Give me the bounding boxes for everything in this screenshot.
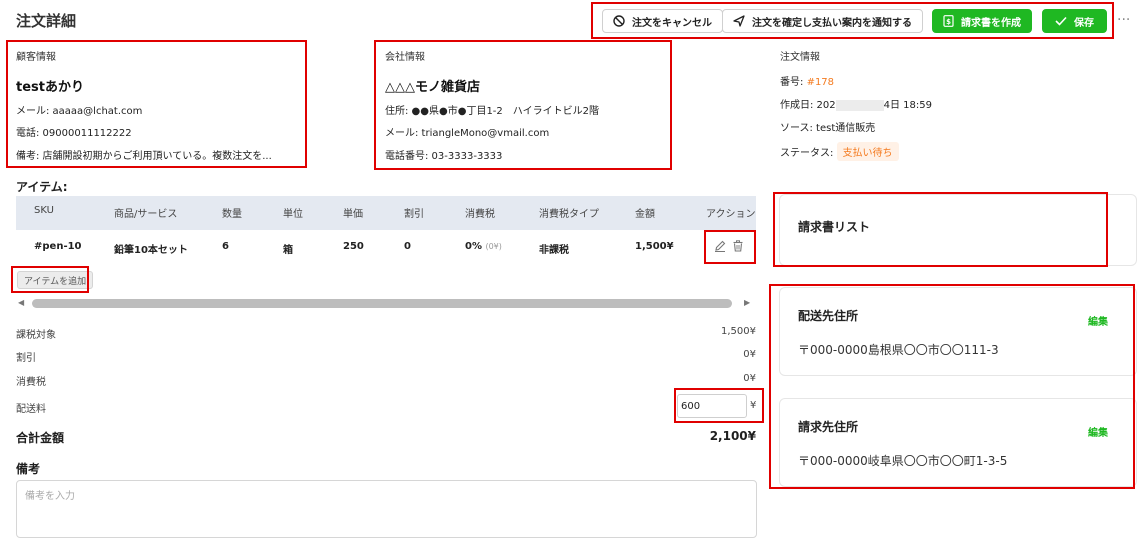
col-sku: SKU bbox=[34, 205, 54, 216]
cell-price: 250 bbox=[343, 241, 364, 252]
tax-label: 消費税 bbox=[16, 377, 46, 388]
cancel-order-button[interactable]: 注文をキャンセル bbox=[602, 9, 723, 33]
order-created-label: 作成日: 202 bbox=[780, 100, 836, 111]
shipping-address-card: 配送先住所 編集 〒000-0000島根県〇〇市〇〇111-3 bbox=[779, 287, 1137, 376]
customer-email: メール: aaaaa@lchat.com bbox=[16, 106, 143, 117]
total-label: 合計金額 bbox=[16, 431, 65, 445]
cell-qty: 6 bbox=[222, 241, 229, 252]
confirm-notify-button[interactable]: 注文を確定し支払い案内を通知する bbox=[722, 9, 923, 33]
cancel-order-label: 注文をキャンセル bbox=[632, 17, 712, 29]
order-number-label: 番号: bbox=[780, 77, 804, 88]
shipping-address-edit-button[interactable]: 編集 bbox=[1088, 313, 1108, 328]
company-email: メール: triangleMono@vmail.com bbox=[385, 128, 550, 139]
status-badge: 支払い待ち bbox=[836, 142, 899, 161]
col-tax-type: 消費税タイプ bbox=[539, 209, 599, 220]
billing-address-card: 請求先住所 編集 〒000-0000岐阜県〇〇市〇〇町1-3-5 bbox=[779, 398, 1137, 487]
shipping-fee-unit: ¥ bbox=[750, 400, 757, 411]
cell-tax-type: 非課税 bbox=[539, 245, 569, 256]
items-section-title: アイテム: bbox=[16, 180, 68, 194]
shipping-address-title: 配送先住所 bbox=[798, 309, 859, 323]
order-number-value[interactable]: #178 bbox=[807, 77, 834, 88]
items-table-header: SKU 商品/サービス 数量 単位 単価 割引 消費税 消費税タイプ 金額 アク… bbox=[16, 196, 756, 230]
billing-address-text: 〒000-0000岐阜県〇〇市〇〇町1-3-5 bbox=[798, 454, 1008, 468]
customer-note: 備考: 店舗開設初期からご利用頂いている。複数注文を... bbox=[16, 151, 272, 162]
scroll-left-icon[interactable]: ◀ bbox=[18, 298, 24, 307]
check-icon bbox=[1055, 16, 1067, 26]
shipping-fee-input[interactable]: 600 bbox=[677, 394, 747, 418]
svg-text:$: $ bbox=[946, 18, 951, 26]
taxable-label: 課税対象 bbox=[16, 330, 56, 341]
company-address: 住所: ●●県●市●丁目1-2 ハイライトビル2階 bbox=[385, 106, 599, 117]
billing-address-title: 請求先住所 bbox=[798, 420, 859, 434]
more-options-button[interactable]: ··· bbox=[1117, 12, 1130, 28]
total-value: 2,100¥ bbox=[709, 429, 756, 443]
invoice-list-card: 請求書リスト bbox=[779, 194, 1137, 266]
discount-label: 割引 bbox=[16, 353, 36, 364]
create-invoice-button[interactable]: $ 請求書を作成 bbox=[932, 9, 1032, 33]
trash-icon[interactable] bbox=[731, 239, 745, 253]
col-tax: 消費税 bbox=[465, 209, 495, 220]
page-title: 注文詳細 bbox=[16, 12, 77, 30]
edit-icon[interactable] bbox=[713, 239, 727, 253]
cell-tax: 0% (0¥) bbox=[465, 241, 502, 252]
horizontal-scrollbar[interactable] bbox=[32, 299, 732, 308]
ban-icon bbox=[613, 15, 625, 27]
order-status-label: ステータス: bbox=[780, 148, 834, 159]
order-section-title: 注文情報 bbox=[780, 52, 820, 63]
confirm-notify-label: 注文を確定し支払い案内を通知する bbox=[752, 17, 912, 29]
invoice-list-title: 請求書リスト bbox=[798, 220, 871, 234]
memo-input[interactable]: 備考を入力 bbox=[16, 480, 757, 538]
redacted-date bbox=[835, 99, 884, 111]
cell-tax-amount: (0¥) bbox=[485, 242, 502, 251]
billing-address-edit-button[interactable]: 編集 bbox=[1088, 424, 1108, 439]
col-discount: 割引 bbox=[404, 209, 424, 220]
order-source: ソース: test通信販売 bbox=[780, 123, 876, 134]
invoice-icon: $ bbox=[943, 15, 954, 27]
order-created-time: 4日 18:59 bbox=[883, 100, 932, 111]
company-name: △△△モノ雑貨店 bbox=[385, 80, 480, 95]
send-icon bbox=[733, 15, 745, 27]
order-created: 作成日: 202 4日 18:59 bbox=[780, 96, 932, 111]
create-invoice-label: 請求書を作成 bbox=[961, 17, 1021, 29]
memo-label: 備考 bbox=[16, 462, 41, 476]
cell-unit: 箱 bbox=[283, 245, 293, 256]
order-number: 番号: #178 bbox=[780, 73, 834, 88]
shipping-address-text: 〒000-0000島根県〇〇市〇〇111-3 bbox=[798, 343, 999, 357]
col-unit: 単位 bbox=[283, 209, 303, 220]
col-qty: 数量 bbox=[222, 209, 242, 220]
save-button[interactable]: 保存 bbox=[1042, 9, 1107, 33]
customer-phone: 電話: 09000011112222 bbox=[16, 128, 132, 139]
order-status: ステータス: 支払い待ち bbox=[780, 142, 899, 161]
company-phone: 電話番号: 03-3333-3333 bbox=[385, 151, 503, 162]
discount-value: 0¥ bbox=[743, 349, 756, 360]
col-product: 商品/サービス bbox=[114, 209, 178, 220]
customer-section-title: 顧客情報 bbox=[16, 52, 56, 63]
cell-tax-rate: 0% bbox=[465, 241, 482, 252]
scroll-right-icon[interactable]: ▶ bbox=[744, 298, 750, 307]
col-amount: 金額 bbox=[635, 209, 655, 220]
save-label: 保存 bbox=[1074, 17, 1094, 29]
add-item-button[interactable]: アイテムを追加 bbox=[17, 271, 94, 289]
shipping-fee-label: 配送料 bbox=[16, 404, 46, 415]
taxable-value: 1,500¥ bbox=[721, 326, 756, 337]
customer-name: testあかり bbox=[16, 80, 84, 95]
cell-product: 鉛筆10本セット bbox=[114, 245, 188, 256]
cell-discount: 0 bbox=[404, 241, 411, 252]
cell-sku: #pen-10 bbox=[34, 241, 82, 252]
tax-value: 0¥ bbox=[743, 373, 756, 384]
company-section-title: 会社情報 bbox=[385, 52, 425, 63]
col-actions: アクション bbox=[706, 209, 756, 220]
cell-amount: 1,500¥ bbox=[635, 241, 674, 252]
col-price: 単価 bbox=[343, 209, 363, 220]
